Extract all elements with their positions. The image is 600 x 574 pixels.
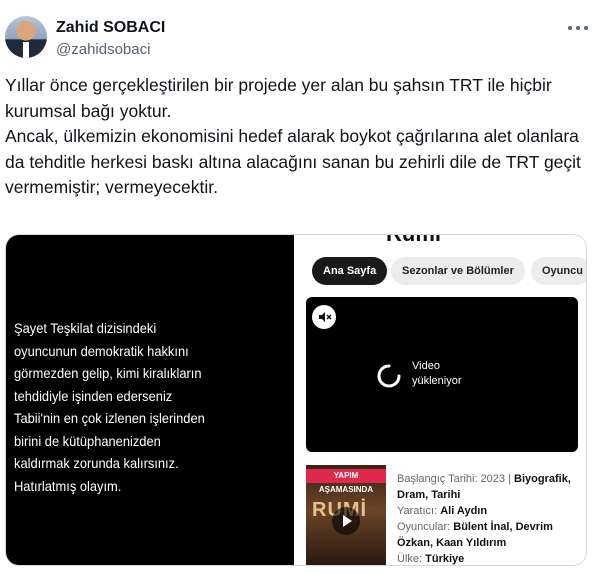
- tweet-media[interactable]: Şayet Teşkilat dizisindeki oyuncunun dem…: [5, 234, 587, 566]
- loading-spinner-icon: [377, 364, 401, 388]
- quote-line: oyuncunun demokratik hakkını: [14, 342, 189, 359]
- tweet-header: Zahid SOBACI @zahidsobaci: [0, 0, 600, 70]
- quote-image: Şayet Teşkilat dizisindeki oyuncunun dem…: [6, 235, 294, 565]
- more-options-icon[interactable]: [566, 18, 590, 38]
- tweet-paragraph: Ancak, ülkemizin ekonomisini hedef alara…: [5, 126, 581, 197]
- quote-line: tehdidiyle işinden ederseniz: [14, 387, 173, 404]
- author-name[interactable]: Zahid SOBACI: [56, 19, 165, 37]
- creator-label: Yaratıcı:: [397, 505, 438, 517]
- quote-line: görmezden gelip, kimi kiralıkların: [14, 365, 202, 381]
- quote-line: Şayet Teşkilat dizisindeki: [14, 320, 157, 336]
- country-label: Ülke:: [397, 553, 423, 565]
- quote-text: Şayet Teşkilat dizisindeki oyuncunun dem…: [14, 317, 262, 497]
- cast: Bülent İnal, Devrim: [453, 521, 553, 533]
- screenshot-image: Rumi Ana Sayfa Sezonlar ve Bölümler Oyun…: [294, 235, 586, 565]
- cast-label: Oyuncular:: [397, 521, 451, 533]
- avatar[interactable]: [5, 16, 47, 58]
- status-badge: YAPIM AŞAMASINDA: [306, 469, 386, 494]
- video-loading-text: Video yükleniyor: [412, 359, 462, 389]
- quote-line: Tabii'nin en çok izlenen işlerinden: [14, 410, 205, 426]
- quote-line: kaldırmak zorunda kalırsınız.: [14, 455, 179, 471]
- video-player: Video yükleniyor: [306, 297, 578, 452]
- quote-line: birini de kütüphanenizden: [14, 432, 161, 449]
- tab-home: Ana Sayfa: [312, 257, 388, 285]
- show-info: Başlangıç Tarihi: 2023 | Biyografik, Dra…: [397, 471, 582, 565]
- quote-line: Hatırlatmış olayım.: [14, 477, 122, 494]
- video-loading-line: yükleniyor: [412, 375, 462, 387]
- tab-cast: Oyuncu: [531, 257, 586, 285]
- creator: Ali Aydın: [440, 505, 488, 517]
- start-date-label: Başlangıç Tarihi: 2023 |: [397, 473, 511, 485]
- tweet-text: Yıllar önce gerçekleştirilen bir projede…: [5, 73, 590, 201]
- author-handle[interactable]: @zahidsobaci: [56, 41, 150, 58]
- volume-mute-icon: [312, 305, 336, 329]
- tab-seasons: Sezonlar ve Bölümler: [391, 257, 525, 285]
- site-title: Rumi: [386, 235, 441, 247]
- genres: Biyografik,: [514, 473, 571, 485]
- tweet-paragraph: Yıllar önce gerçekleştirilen bir projede…: [5, 75, 552, 121]
- country: Türkiye: [425, 553, 465, 565]
- video-loading-line: Video: [412, 360, 440, 372]
- show-poster: YAPIM AŞAMASINDA RUMİ: [306, 465, 386, 565]
- genres: Dram, Tarihi: [397, 489, 461, 501]
- play-icon: [332, 507, 360, 535]
- cast: Özkan, Kaan Yıldırım: [397, 537, 507, 549]
